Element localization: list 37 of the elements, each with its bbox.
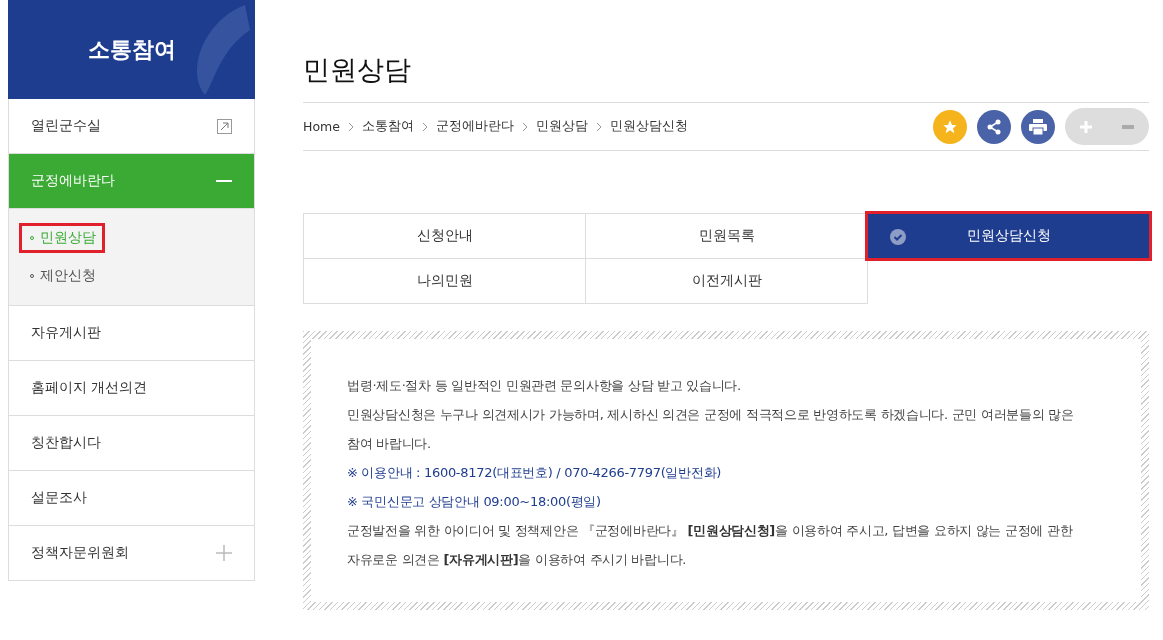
sidebar-item[interactable]: 설문조사 bbox=[8, 471, 255, 526]
breadcrumb-link[interactable]: 민원상담신청 bbox=[609, 118, 688, 135]
share-button[interactable] bbox=[977, 109, 1011, 144]
sidebar-item[interactable]: 칭찬합시다 bbox=[8, 416, 255, 471]
tab[interactable]: 나의민원 bbox=[303, 258, 586, 304]
printer-icon bbox=[1029, 118, 1047, 135]
breadcrumb-link[interactable]: 군정에바란다 bbox=[435, 118, 514, 135]
page-title: 민원상담 bbox=[303, 53, 412, 87]
notice-text: 군정발전을 위한 아이디어 및 정책제안은 『군정에바란다』 [민원상담신청]을 이용하여 주시고, 답변을 요하지 않는 군정에 관한 자유로운 의견은 [자유게시판]을 이용하여 주시기 바랍니다. bbox=[347, 522, 1074, 569]
check-icon bbox=[890, 229, 906, 245]
notice-text: 민원상담신청은 누구나 의견제시가 가능하며, 제시하신 의견은 군정에 적극적으로 반영하도록 하겠습니다. 군민 여러분들의 많은 참여 바랍니다. bbox=[347, 406, 1075, 453]
minus-icon bbox=[1122, 124, 1134, 129]
tab[interactable]: 신청안내 bbox=[303, 213, 586, 259]
breadcrumb-link[interactable]: Home bbox=[303, 119, 340, 134]
chevron-right-icon bbox=[521, 121, 528, 132]
breadcrumb-link[interactable]: 소통참여 bbox=[361, 118, 414, 135]
sidebar-item[interactable]: 자유게시판 bbox=[8, 306, 255, 361]
breadcrumb-link[interactable]: 민원상담 bbox=[535, 118, 588, 135]
print-button[interactable] bbox=[1021, 109, 1055, 144]
notice-text: 법령·제도·절차 등 일반적인 민원관련 문의사항을 상담 받고 있습니다. bbox=[347, 377, 742, 395]
tab[interactable]: 민원상담신청 bbox=[867, 213, 1150, 259]
sidebar-title: 소통참여 bbox=[87, 35, 176, 64]
external-link-icon bbox=[217, 118, 232, 134]
plus-icon bbox=[1080, 120, 1092, 133]
share-icon bbox=[986, 118, 1002, 135]
sidebar-item[interactable]: 열린군수실 bbox=[8, 99, 255, 154]
star-icon bbox=[942, 118, 958, 135]
notice-text: ※ 이용안내 : 1600-8172(대표번호) / 070-4266-7797(일반전화) bbox=[347, 464, 723, 482]
chevron-right-icon bbox=[595, 121, 602, 132]
chevron-right-icon bbox=[421, 121, 428, 132]
sidebar-item[interactable]: 정책자문위원회 bbox=[8, 526, 255, 581]
chevron-right-icon bbox=[347, 121, 354, 132]
tab[interactable]: 이전게시판 bbox=[585, 258, 868, 304]
sidebar-item[interactable]: 홈페이지 개선의견 bbox=[8, 361, 255, 416]
notice-text: ※ 국민신문고 상담안내 09:00~18:00(평일) bbox=[347, 493, 602, 511]
star-button[interactable] bbox=[933, 109, 967, 144]
submenu-item[interactable]: 제안신청 bbox=[19, 261, 105, 291]
